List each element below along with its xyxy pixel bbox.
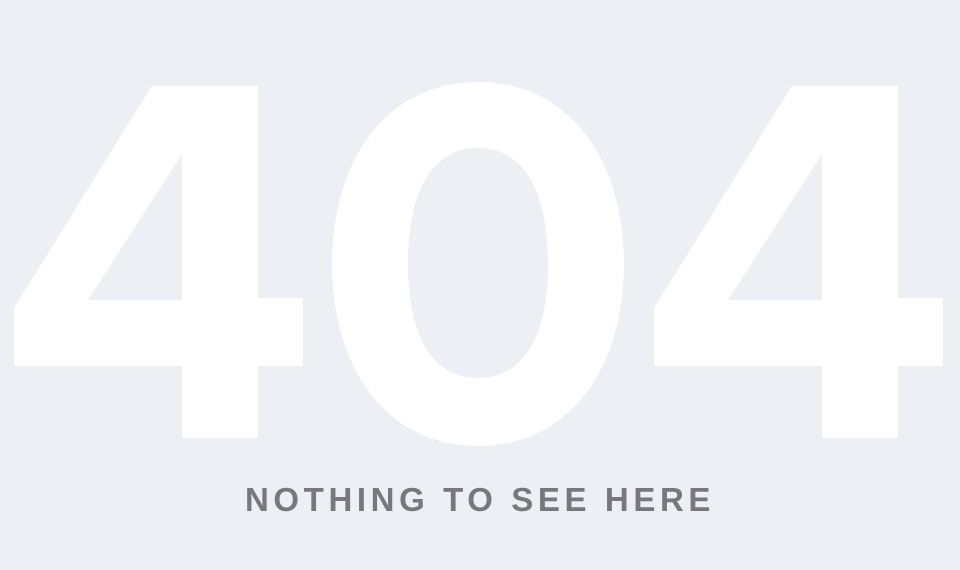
error-code-digits (14, 82, 943, 446)
error-code-graphic: 404 (0, 0, 960, 460)
digit-4-right (654, 86, 943, 438)
error-page: 404 NOTHING TO SEE HERE (0, 0, 960, 570)
digit-0 (332, 82, 624, 446)
digit-4-left (14, 86, 303, 438)
error-message: NOTHING TO SEE HERE (244, 481, 715, 518)
